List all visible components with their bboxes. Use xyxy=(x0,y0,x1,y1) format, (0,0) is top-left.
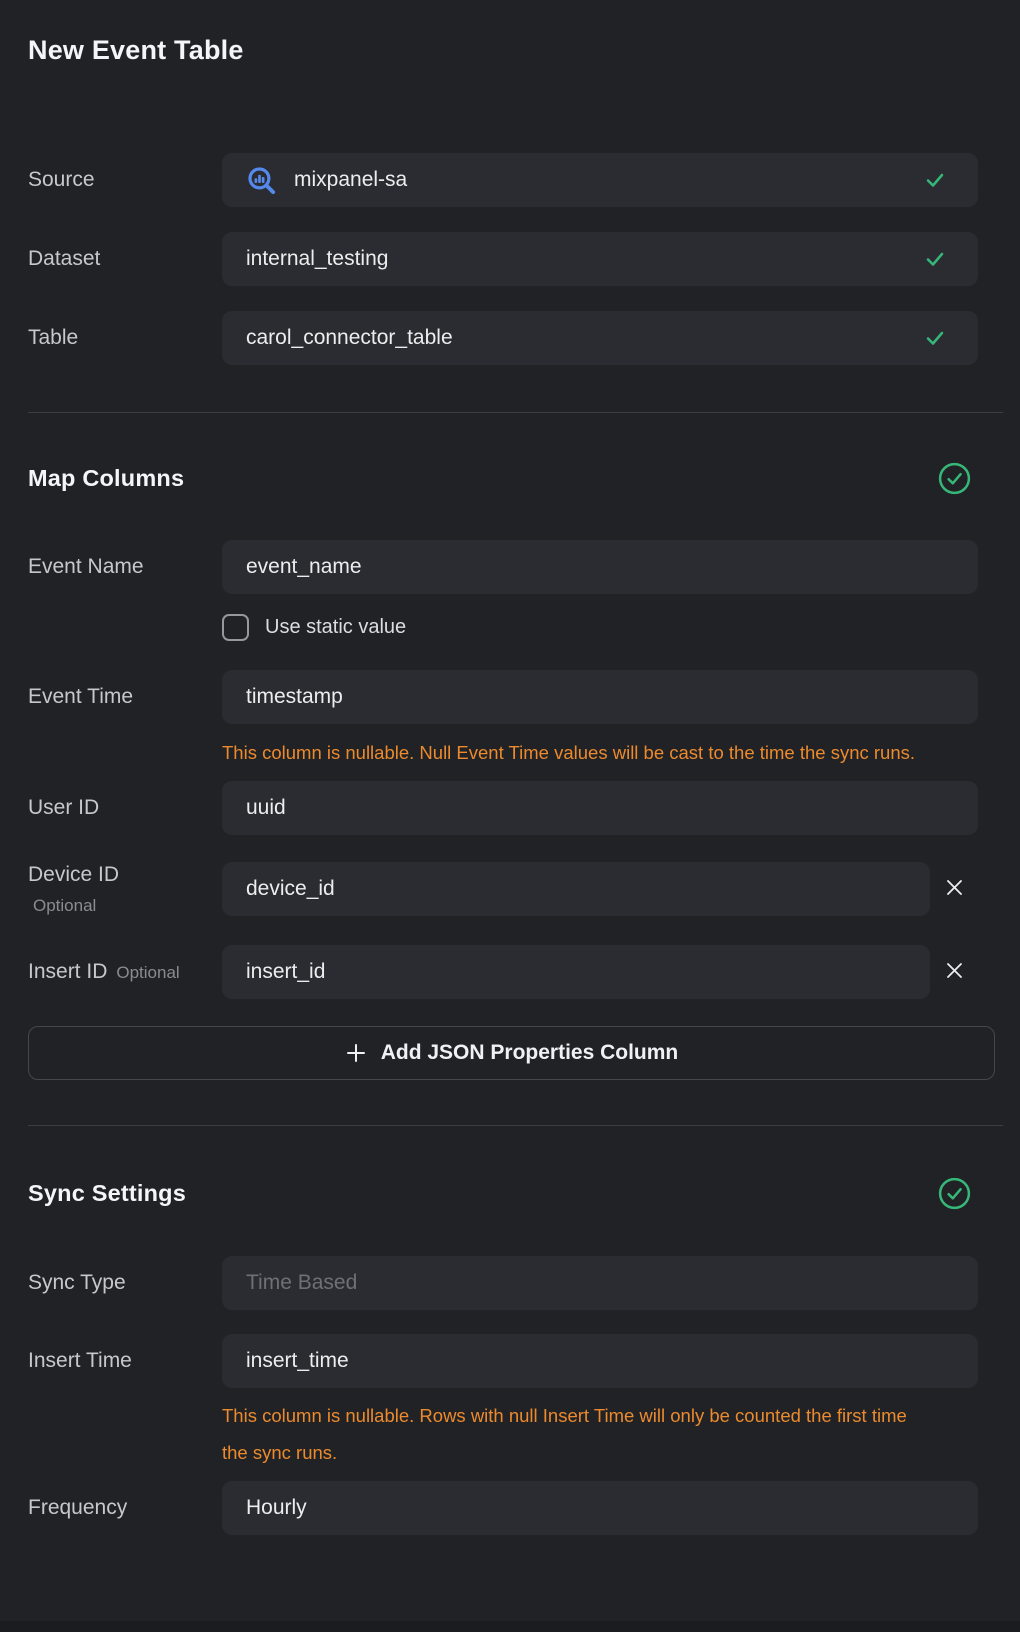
event-name-row: Event Name event_name xyxy=(28,540,978,594)
section-complete-check-circle-icon xyxy=(938,1177,971,1210)
event-time-nullable-warning: This column is nullable. Null Event Time… xyxy=(222,734,924,771)
user-id-value: uuid xyxy=(246,796,286,820)
x-close-icon xyxy=(944,960,965,984)
insert-id-value: insert_id xyxy=(246,960,325,984)
add-json-properties-label: Add JSON Properties Column xyxy=(381,1041,679,1065)
map-columns-header: Map Columns xyxy=(28,461,978,495)
insert-id-row: Insert ID Optional insert_id xyxy=(28,945,978,999)
remove-insert-id-button[interactable] xyxy=(930,945,978,999)
plus-icon xyxy=(345,1042,367,1064)
user-id-row: User ID uuid xyxy=(28,781,978,835)
event-name-value: event_name xyxy=(246,555,362,579)
section-divider xyxy=(28,1125,1003,1126)
sync-type-row: Sync Type Time Based xyxy=(28,1256,978,1310)
user-id-select[interactable]: uuid xyxy=(222,781,978,835)
event-time-select[interactable]: timestamp xyxy=(222,670,978,724)
valid-checkmark-icon xyxy=(923,168,947,192)
event-name-select[interactable]: event_name xyxy=(222,540,978,594)
sync-type-value: Time Based xyxy=(246,1271,357,1295)
source-label: Source xyxy=(28,168,95,191)
table-select[interactable]: carol_connector_table xyxy=(222,311,978,365)
event-time-label: Event Time xyxy=(28,685,133,708)
frequency-row: Frequency Hourly xyxy=(28,1481,978,1535)
source-select[interactable]: mixpanel-sa xyxy=(222,153,978,207)
dataset-value: internal_testing xyxy=(246,247,388,271)
table-row: Table carol_connector_table xyxy=(28,311,978,365)
insert-id-label: Insert ID xyxy=(28,960,107,984)
insert-time-select[interactable]: insert_time xyxy=(222,1334,978,1388)
static-value-label: Use static value xyxy=(265,616,406,639)
sync-settings-header: Sync Settings xyxy=(28,1176,978,1210)
insert-time-nullable-warning: This column is nullable. Rows with null … xyxy=(222,1397,924,1471)
static-value-checkbox[interactable] xyxy=(222,614,249,641)
insert-time-label: Insert Time xyxy=(28,1349,132,1372)
insert-time-value: insert_time xyxy=(246,1349,349,1373)
new-event-table-form: New Event Table Source mixpanel-sa Datas… xyxy=(0,0,978,1535)
device-id-select[interactable]: device_id xyxy=(222,862,930,916)
event-time-value: timestamp xyxy=(246,685,343,709)
map-columns-title: Map Columns xyxy=(28,465,184,492)
sync-settings-title: Sync Settings xyxy=(28,1180,186,1207)
x-close-icon xyxy=(944,877,965,901)
valid-checkmark-icon xyxy=(923,326,947,350)
frequency-value: Hourly xyxy=(246,1496,307,1520)
dataset-row: Dataset internal_testing xyxy=(28,232,978,286)
frequency-label: Frequency xyxy=(28,1496,127,1519)
insert-time-row: Insert Time insert_time xyxy=(28,1334,978,1388)
valid-checkmark-icon xyxy=(923,247,947,271)
device-id-label: Device ID xyxy=(28,863,210,887)
dataset-label: Dataset xyxy=(28,247,100,270)
section-divider xyxy=(28,412,1003,413)
panel-bottom-edge xyxy=(0,1621,1020,1632)
use-static-value-option[interactable]: Use static value xyxy=(222,613,978,641)
source-value: mixpanel-sa xyxy=(294,168,407,192)
event-time-row: Event Time timestamp xyxy=(28,670,978,724)
table-value: carol_connector_table xyxy=(246,326,453,350)
remove-device-id-button[interactable] xyxy=(930,862,978,916)
insert-id-select[interactable]: insert_id xyxy=(222,945,930,999)
sync-type-select: Time Based xyxy=(222,1256,978,1310)
device-id-value: device_id xyxy=(246,877,335,901)
user-id-label: User ID xyxy=(28,796,99,819)
insert-id-optional-label: Optional xyxy=(116,963,179,983)
table-label: Table xyxy=(28,326,78,349)
device-id-optional-label: Optional xyxy=(28,896,210,916)
dataset-select[interactable]: internal_testing xyxy=(222,232,978,286)
event-name-label: Event Name xyxy=(28,555,144,578)
device-id-row: Device ID Optional device_id xyxy=(28,862,978,916)
sync-type-label: Sync Type xyxy=(28,1271,126,1294)
bigquery-search-chart-icon xyxy=(246,165,277,196)
source-row: Source mixpanel-sa xyxy=(28,153,978,207)
frequency-select[interactable]: Hourly xyxy=(222,1481,978,1535)
section-complete-check-circle-icon xyxy=(938,462,971,495)
add-json-properties-button[interactable]: Add JSON Properties Column xyxy=(28,1026,995,1080)
page-title: New Event Table xyxy=(28,33,978,67)
